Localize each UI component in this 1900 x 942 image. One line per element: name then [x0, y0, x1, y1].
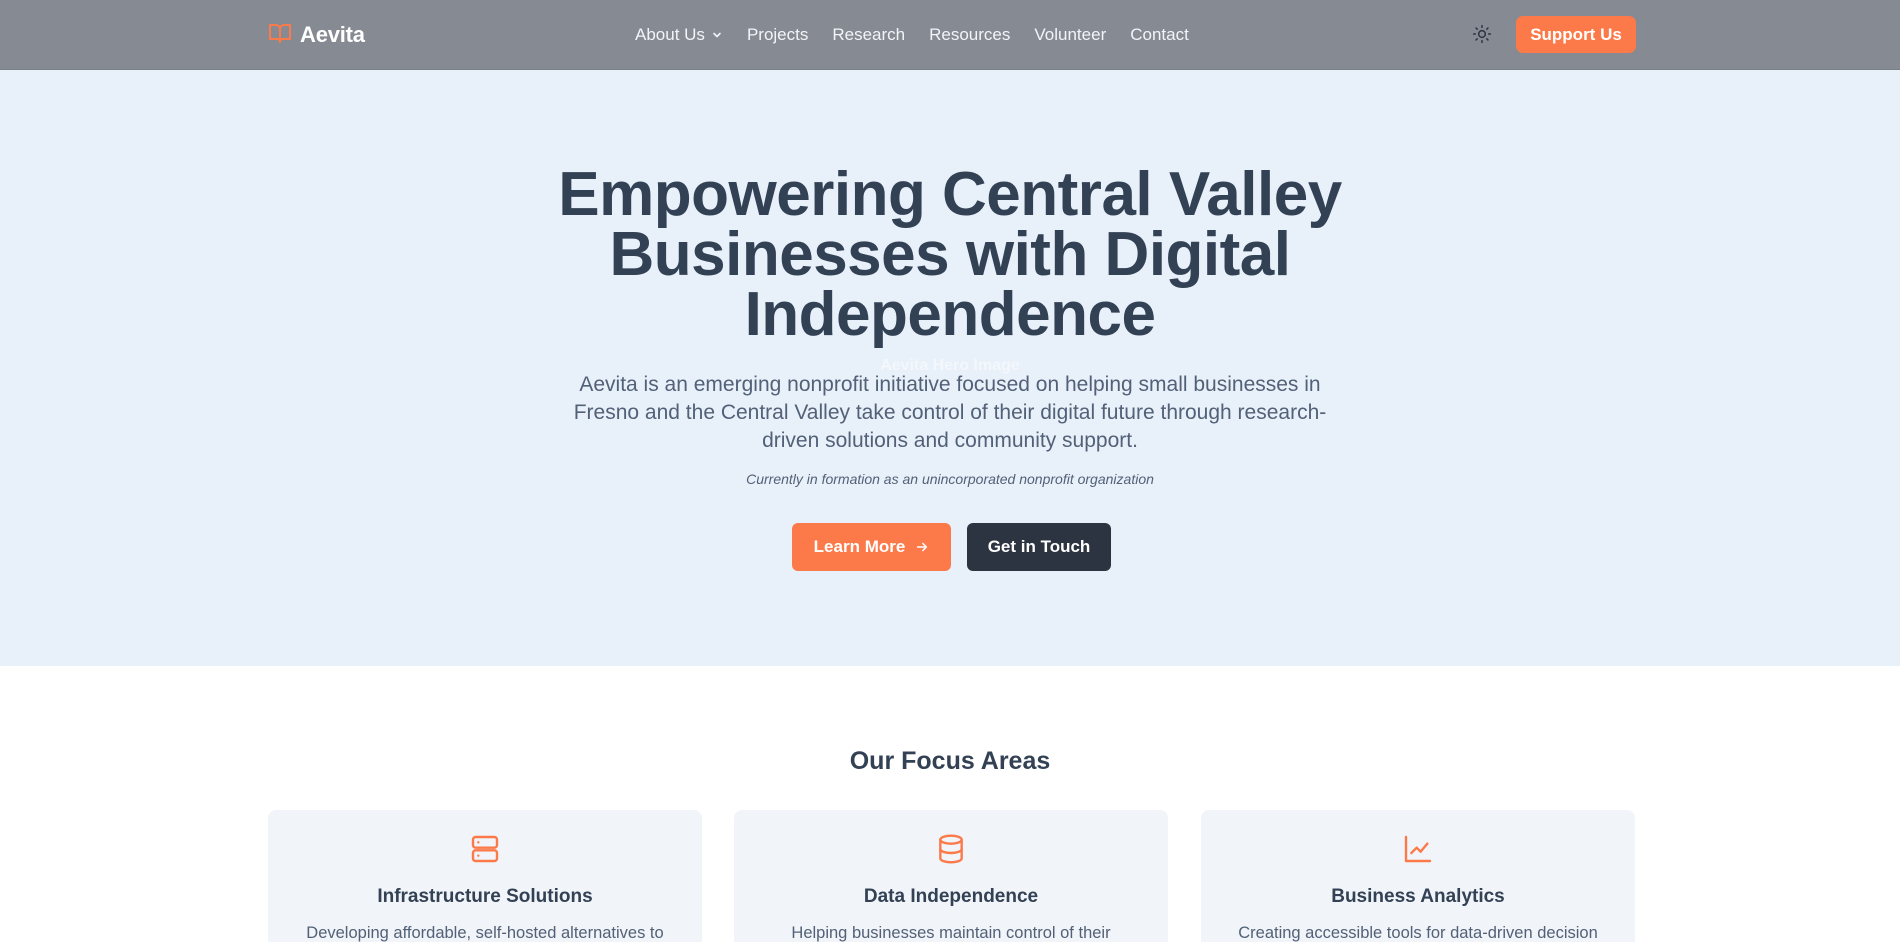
nav-item-projects[interactable]: Projects	[747, 25, 808, 45]
brand-name: Aevita	[300, 22, 365, 47]
get-in-touch-button[interactable]: Get in Touch	[967, 523, 1111, 571]
nav-item-contact[interactable]: Contact	[1130, 25, 1189, 45]
focus-areas-heading: Our Focus Areas	[849, 747, 1051, 775]
hero-title: Empowering Central Valley Businesses wit…	[558, 160, 1342, 349]
theme-toggle-button[interactable]	[1470, 22, 1494, 46]
brand-logo[interactable]: Aevita	[268, 19, 365, 51]
focus-card-title: Data Independence	[863, 886, 1039, 907]
nav-item-about-us[interactable]: About Us	[635, 25, 723, 45]
focus-card-desc: Creating accessible tools for data-drive…	[1238, 924, 1598, 942]
focus-card-business-analytics: Business Analytics Creating accessible t…	[1201, 810, 1635, 942]
nav-item-research[interactable]: Research	[832, 25, 905, 45]
focus-card-data-independence: Data Independence Helping businesses mai…	[734, 810, 1168, 942]
arrow-right-icon	[917, 542, 928, 552]
nav-item-label: About Us	[635, 25, 705, 44]
nav-item-resources[interactable]: Resources	[929, 25, 1010, 45]
database-icon	[939, 834, 963, 864]
learn-more-button[interactable]: Learn More	[792, 523, 951, 571]
hero-note: Currently in formation as an unincorpora…	[746, 471, 1154, 487]
focus-card-title: Infrastructure Solutions	[377, 886, 593, 907]
sun-icon	[1472, 24, 1492, 44]
line-chart-icon	[1404, 835, 1432, 863]
server-icon	[471, 835, 499, 863]
main-menu: About Us Projects Research Resources Vol…	[635, 22, 1189, 48]
support-us-button[interactable]: Support Us	[1516, 16, 1636, 53]
focus-card-infrastructure: Infrastructure Solutions Developing affo…	[268, 810, 702, 942]
learn-more-label: Learn More	[813, 537, 906, 556]
book-open-icon	[268, 21, 292, 50]
focus-card-desc: Helping businesses maintain control of t…	[791, 924, 1111, 942]
top-navbar: Aevita About Us Projects Research Resour…	[0, 0, 1900, 70]
focus-card-desc: Developing affordable, self-hosted alter…	[306, 924, 664, 942]
nav-item-volunteer[interactable]: Volunteer	[1034, 25, 1106, 45]
hero-subtitle: Aevita is an emerging nonprofit initiati…	[573, 373, 1327, 452]
hero-section: Aevita Hero Image Empowering Central Val…	[0, 70, 1900, 666]
chevron-down-icon	[713, 32, 721, 38]
focus-card-title: Business Analytics	[1331, 886, 1505, 907]
